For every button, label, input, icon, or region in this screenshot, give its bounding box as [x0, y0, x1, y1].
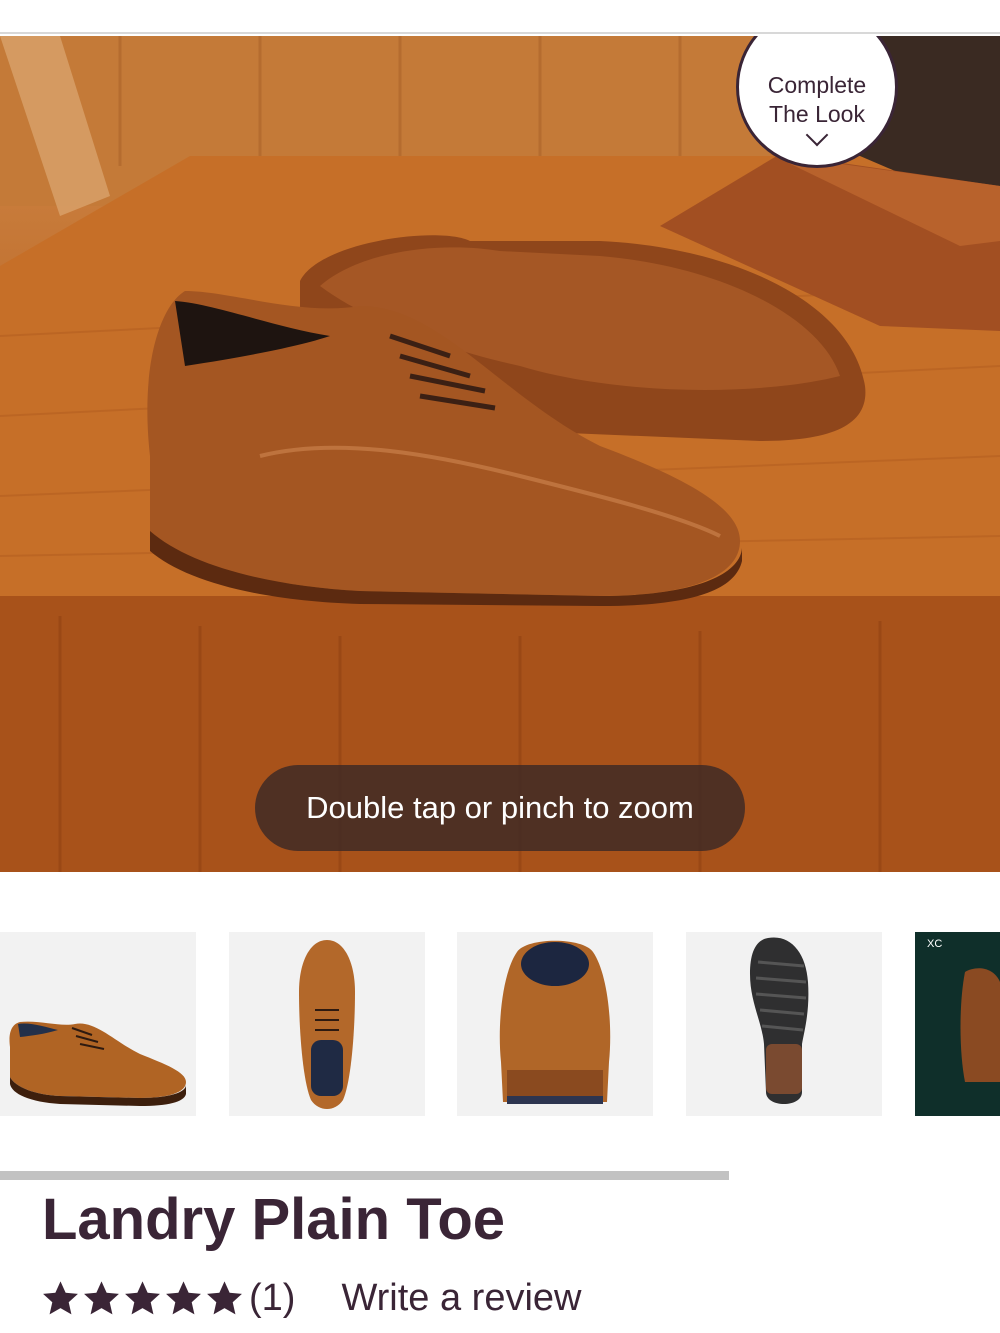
- top-bar: [0, 0, 1000, 34]
- product-hero-image[interactable]: Complete The Look Double tap or pinch to…: [0, 36, 1000, 872]
- write-review-link[interactable]: Write a review: [341, 1277, 581, 1320]
- product-title: Landry Plain Toe: [42, 1187, 506, 1252]
- star-rating: [40, 1278, 245, 1319]
- thumbnail-side-view[interactable]: [0, 932, 196, 1116]
- thumbnail-promo[interactable]: XC: [915, 932, 1000, 1116]
- shoe-side-image: [9, 1021, 187, 1106]
- star-icon: [125, 1280, 160, 1314]
- star-icon: [43, 1280, 78, 1314]
- rating-row: (1) Write a review: [40, 1270, 581, 1326]
- thumbnail-sole-view[interactable]: [686, 932, 882, 1116]
- hero-photo: [0, 36, 1000, 872]
- shoe-top-image: [299, 940, 355, 1109]
- promo-shoe-image: [960, 968, 1000, 1082]
- star-icon: [166, 1280, 201, 1314]
- shoe-sole-image: [750, 937, 809, 1104]
- thumbnail-carousel[interactable]: XC: [0, 932, 1000, 1116]
- zoom-hint-toast: Double tap or pinch to zoom: [255, 765, 745, 851]
- review-count[interactable]: (1): [249, 1277, 295, 1320]
- thumbnail-top-view[interactable]: [229, 932, 425, 1116]
- section-divider: [0, 1171, 729, 1180]
- complete-the-look-label: Complete The Look: [767, 72, 867, 127]
- shoe-back-image: [499, 940, 611, 1104]
- star-icon: [84, 1280, 119, 1314]
- star-icon: [207, 1280, 242, 1314]
- thumbnail-back-view[interactable]: [457, 932, 653, 1116]
